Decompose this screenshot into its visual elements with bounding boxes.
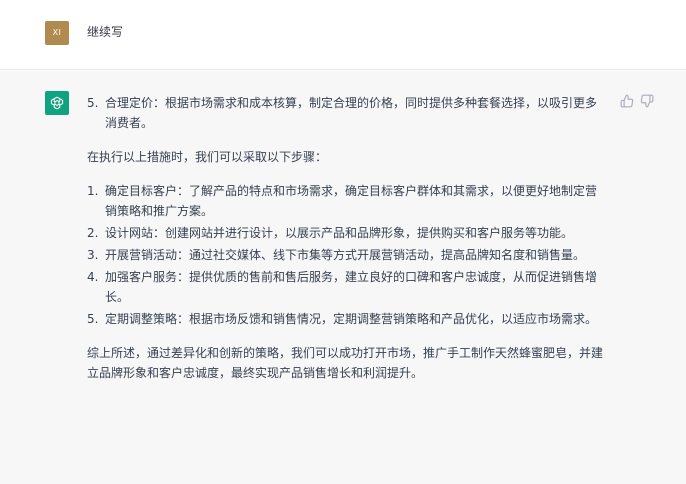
user-message-text: 继续写 — [87, 25, 124, 39]
intro-paragraph: 在执行以上措施时，我们可以采取以下步骤： — [87, 150, 328, 164]
list-number: 3. — [87, 248, 99, 262]
list-text: 合理定价：根据市场需求和成本核算，制定合理的价格，同时提供多种套餐选择，以吸引更… — [105, 96, 598, 130]
assistant-message-row: 5. 合理定价：根据市场需求和成本核算，制定合理的价格，同时提供多种套餐选择，以… — [0, 71, 686, 484]
list-text: 开展营销活动：通过社交媒体、线下市集等方式开展营销活动，提高品牌知名度和销售量。 — [105, 248, 586, 262]
list-item: 3. 开展营销活动：通过社交媒体、线下市集等方式开展营销活动，提高品牌知名度和销… — [87, 245, 607, 265]
list-text: 确定目标客户：了解产品的特点和市场需求，确定目标客户群体和其需求，以便更好地制定… — [105, 184, 598, 218]
list-item: 2. 设计网站：创建网站并进行设计，以展示产品和品牌形象，提供购买和客户服务等功… — [87, 223, 607, 243]
thumbs-down-icon — [640, 94, 654, 108]
list-item: 4. 加强客户服务：提供优质的售前和售后服务，建立良好的口碑和客户忠诚度，从而促… — [87, 267, 607, 307]
list-number: 1. — [87, 184, 99, 198]
thumbs-down-button[interactable] — [640, 93, 654, 108]
summary-paragraph: 综上所述，通过差异化和创新的策略，我们可以成功打开市场，推广手工制作天然蜂蜜肥皂… — [87, 346, 604, 380]
list-item: 5. 合理定价：根据市场需求和成本核算，制定合理的价格，同时提供多种套餐选择，以… — [87, 93, 607, 133]
assistant-avatar — [45, 91, 69, 115]
user-avatar: XI — [45, 21, 69, 45]
steps-list: 1. 确定目标客户：了解产品的特点和市场需求，确定目标客户群体和其需求，以便更好… — [87, 181, 607, 329]
list-number: 5. — [87, 96, 99, 110]
list-text: 定期调整策略：根据市场反馈和销售情况，定期调整营销策略和产品优化，以适应市场需求… — [105, 312, 598, 326]
list-number: 4. — [87, 270, 99, 284]
openai-logo-icon — [50, 96, 64, 110]
thumbs-up-icon — [620, 94, 634, 108]
list-number: 2. — [87, 226, 99, 240]
feedback-buttons — [620, 93, 654, 108]
list-item: 1. 确定目标客户：了解产品的特点和市场需求，确定目标客户群体和其需求，以便更好… — [87, 181, 607, 221]
list-text: 设计网站：创建网站并进行设计，以展示产品和品牌形象，提供购买和客户服务等功能。 — [105, 226, 574, 240]
list-text: 加强客户服务：提供优质的售前和售后服务，建立良好的口碑和客户忠诚度，从而促进销售… — [105, 270, 598, 304]
user-message-row: XI 继续写 — [0, 0, 686, 70]
thumbs-up-button[interactable] — [620, 93, 634, 108]
assistant-message-content: 5. 合理定价：根据市场需求和成本核算，制定合理的价格，同时提供多种套餐选择，以… — [87, 93, 607, 383]
list-item: 5. 定期调整策略：根据市场反馈和销售情况，定期调整营销策略和产品优化，以适应市… — [87, 309, 607, 329]
list-number: 5. — [87, 312, 99, 326]
